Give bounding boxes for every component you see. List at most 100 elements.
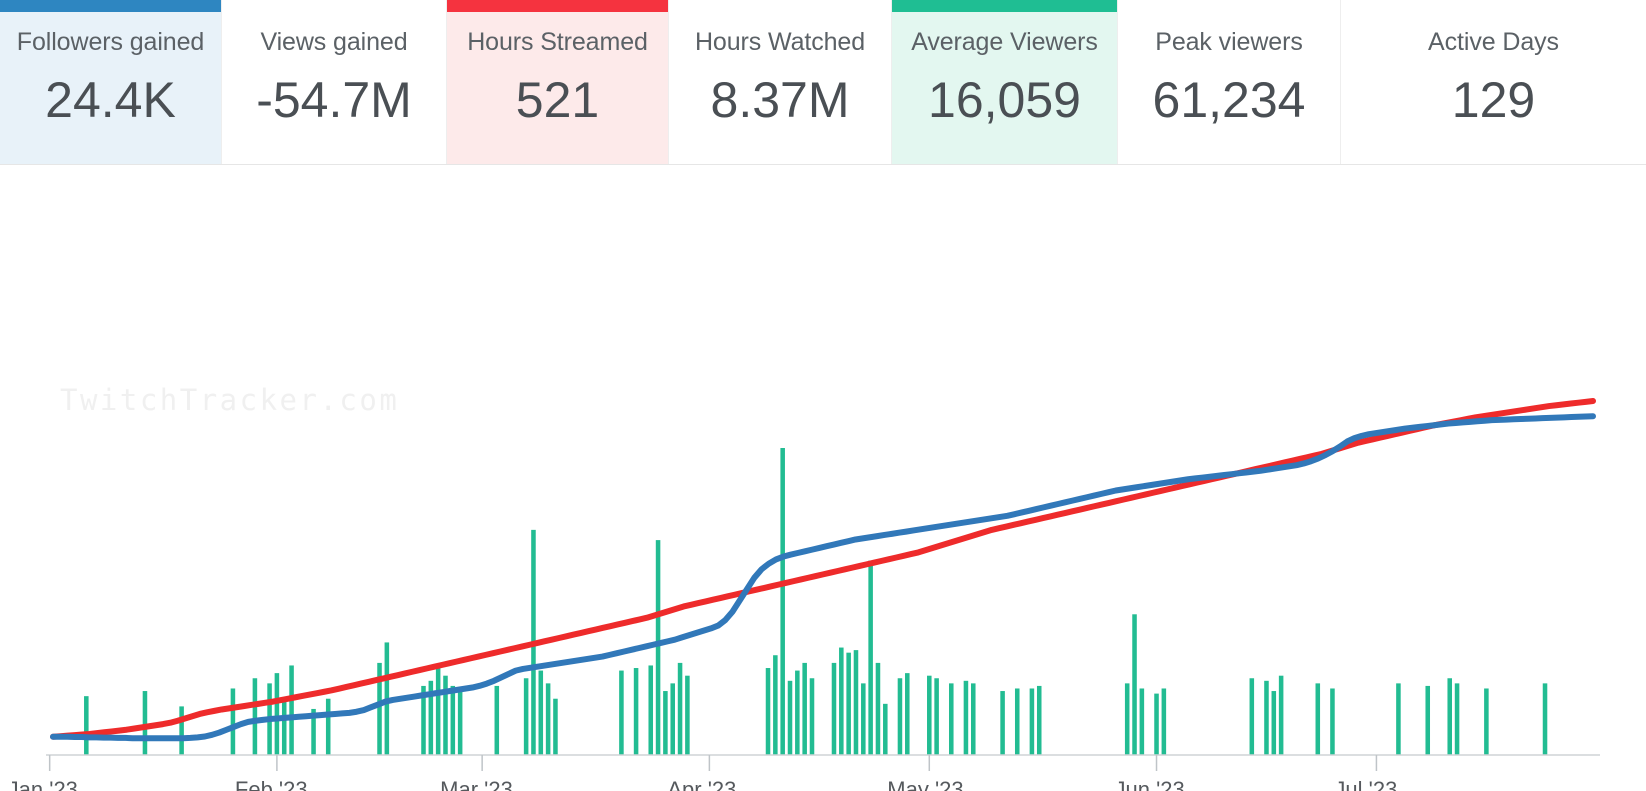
chart-bar (1161, 688, 1167, 755)
chart-bar (435, 668, 441, 755)
bar-series-hours-streamed (84, 448, 1548, 755)
chart-bar (1139, 688, 1145, 755)
chart-bar (1396, 683, 1401, 755)
chart-bar (142, 691, 148, 755)
twitchtracker-stats-page: Followers gained 24.4K Views gained -54.7M H… (0, 0, 1646, 791)
chart-bar (795, 670, 800, 755)
chart-bar (780, 448, 785, 755)
chart-bar (773, 655, 778, 755)
stat-card-value: 24.4K (45, 72, 176, 128)
chart-bar (633, 668, 639, 755)
stat-card-average-viewers[interactable]: Average Viewers 16,059 (892, 0, 1118, 164)
chart-bar (1000, 691, 1005, 755)
chart-bar (875, 662, 881, 755)
chart-bar (905, 673, 910, 755)
stat-card-label: Hours Watched (694, 28, 866, 56)
chart-bar (1014, 688, 1020, 755)
chart-bar (868, 560, 873, 755)
chart-bar (802, 662, 807, 755)
chart-bar (443, 675, 448, 755)
chart-bar (809, 678, 815, 755)
chart-bar (685, 675, 690, 755)
chart-bar (1264, 680, 1269, 755)
chart-bar (179, 706, 184, 755)
chart-bar (1542, 683, 1548, 755)
chart-bar (553, 698, 558, 755)
stat-card-value: 61,234 (1152, 72, 1306, 128)
chart-bar (1447, 678, 1452, 755)
stat-card-accent-bar (892, 0, 1117, 12)
chart-bar (1484, 688, 1489, 755)
chart-bar (853, 650, 859, 755)
stat-card-followers-gained[interactable]: Followers gained 24.4K (0, 0, 222, 164)
chart-bar (846, 652, 851, 755)
chart-bar (765, 668, 771, 755)
stat-card-hours-streamed[interactable]: Hours Streamed 521 (447, 0, 669, 164)
chart-bar (897, 678, 903, 755)
chart-bar (670, 683, 675, 755)
chart-bar (927, 675, 932, 755)
stat-card-value: 521 (515, 72, 600, 128)
chart-bar (1454, 683, 1460, 755)
chart-bar (861, 683, 866, 755)
x-axis-ticks (48, 755, 1378, 771)
chart-bar (839, 647, 844, 755)
chart-bar (971, 683, 976, 755)
chart-bar (1154, 693, 1159, 755)
chart-bar (457, 691, 463, 755)
chart-bar (934, 678, 939, 755)
stat-card-label: Views gained (260, 28, 408, 56)
chart-bar (663, 691, 668, 755)
chart-bar (949, 683, 954, 755)
stat-card-label: Hours Streamed (467, 28, 648, 56)
chart-bar (325, 698, 331, 755)
chart-bar (230, 688, 236, 755)
stat-card-accent-bar (447, 0, 668, 12)
chart-bar (1425, 685, 1431, 755)
chart-bar (1315, 683, 1321, 755)
chart-bar (538, 670, 544, 755)
chart-bar (619, 670, 624, 755)
chart-bar (523, 678, 529, 755)
stat-card-label: Followers gained (16, 28, 205, 56)
chart-bar (450, 685, 456, 755)
chart-canvas (46, 398, 1600, 771)
chart-bar (1278, 675, 1284, 755)
chart-bar (677, 662, 683, 755)
stat-card-peak-viewers[interactable]: Peak viewers 61,234 (1118, 0, 1341, 164)
chart-bar (787, 680, 793, 755)
chart-bar (831, 662, 837, 755)
chart-bar (289, 665, 294, 755)
chart-bar (84, 696, 89, 755)
chart-bar (655, 540, 661, 755)
chart-bar (963, 680, 969, 755)
stat-card-value: -54.7M (256, 72, 412, 128)
chart-bar (1132, 614, 1137, 755)
stat-card-accent-bar (0, 0, 221, 12)
chart-bar (545, 683, 551, 755)
stat-card-views-gained[interactable]: Views gained -54.7M (222, 0, 447, 164)
chart-bar (1036, 685, 1042, 755)
stat-card-hours-watched[interactable]: Hours Watched 8.37M (669, 0, 892, 164)
stat-card-label: Average Viewers (911, 28, 1098, 56)
stats-summary-strip: Followers gained 24.4K Views gained -54.7M H… (0, 0, 1646, 165)
stat-card-label: Active Days (1428, 28, 1559, 56)
stat-card-value: 129 (1451, 72, 1536, 128)
chart-bar (274, 673, 280, 755)
chart-bar (1330, 688, 1335, 755)
stat-card-value: 8.37M (710, 72, 850, 128)
chart-bar (1271, 691, 1277, 755)
stat-card-label: Peak viewers (1155, 28, 1303, 56)
chart-bar (494, 685, 500, 755)
activity-chart: TwitchTracker.com Jan '23 Feb '23 Mar '23 A… (0, 165, 1646, 791)
chart-bar (648, 665, 654, 755)
line-series-views-gained (50, 398, 1596, 740)
chart-bar (281, 698, 287, 755)
chart-bar (1029, 688, 1035, 755)
stat-card-value: 16,059 (928, 72, 1081, 128)
chart-bar (1124, 683, 1130, 755)
chart-bar (883, 703, 888, 755)
stat-card-active-days[interactable]: Active Days 129 (1341, 0, 1646, 164)
chart-bar (1249, 678, 1255, 755)
chart-bar (252, 678, 258, 755)
